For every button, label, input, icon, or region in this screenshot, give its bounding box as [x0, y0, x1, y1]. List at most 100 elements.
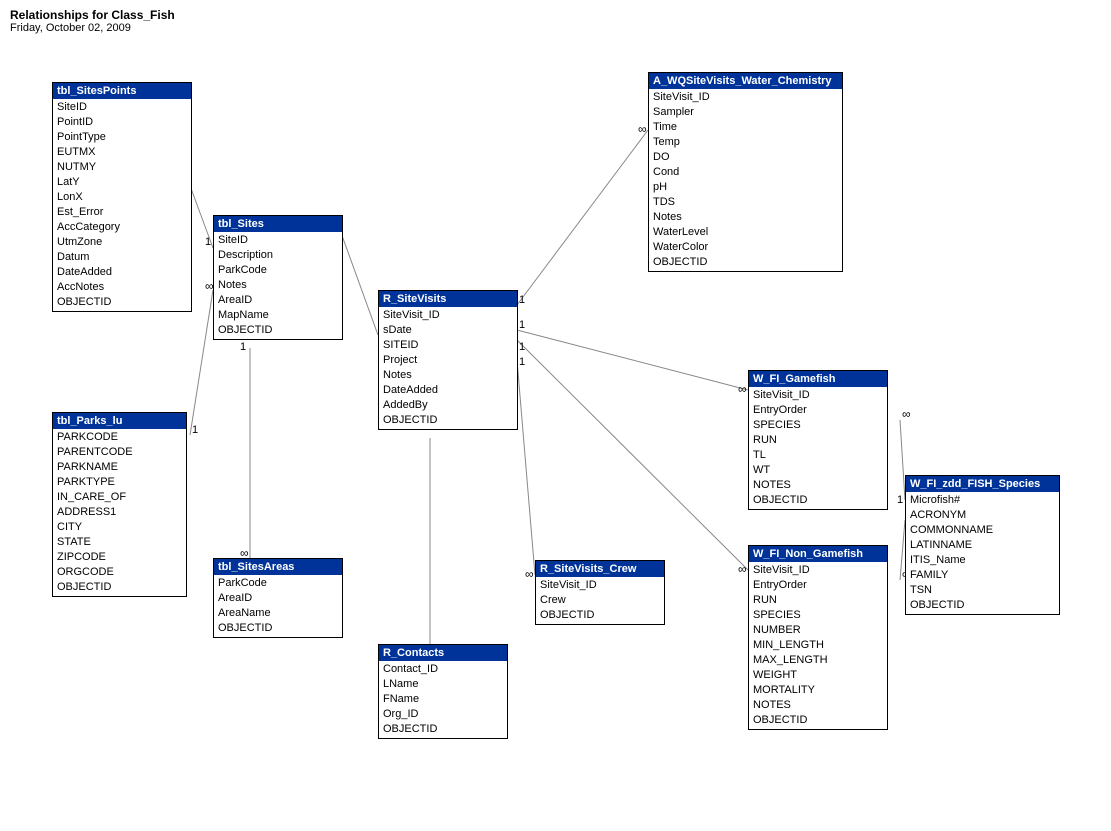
table-body-r-sitevisits-crew: SiteVisit_ID Crew OBJECTID: [536, 577, 664, 624]
table-body-w-fi-zdd-fish-species: Microfish# ACRONYM COMMONNAME LATINNAME …: [906, 492, 1059, 614]
field-sitevisit-id: SiteVisit_ID: [753, 388, 883, 403]
svg-text:∞: ∞: [738, 562, 747, 576]
field-notes: NOTES: [753, 698, 883, 713]
field-sitevisit-id: SiteVisit_ID: [653, 90, 838, 105]
table-header-tbl-sitesareas: tbl_SitesAreas: [214, 559, 342, 575]
table-tbl-sites: tbl_Sites SiteID Description ParkCode No…: [213, 215, 343, 340]
svg-text:1: 1: [240, 341, 246, 353]
field-commonname: COMMONNAME: [910, 523, 1055, 538]
field-laty: LatY: [57, 175, 187, 190]
table-header-r-sitevisits-crew: R_SiteVisits_Crew: [536, 561, 664, 577]
table-r-sitevisits-crew: R_SiteVisits_Crew SiteVisit_ID Crew OBJE…: [535, 560, 665, 625]
field-fname: FName: [383, 692, 503, 707]
table-body-r-sitevisits: SiteVisit_ID sDate SITEID Project Notes …: [379, 307, 517, 429]
field-addedby: AddedBy: [383, 398, 513, 413]
field-address1: ADDRESS1: [57, 505, 182, 520]
field-species: SPECIES: [753, 608, 883, 623]
field-number: NUMBER: [753, 623, 883, 638]
field-run: RUN: [753, 433, 883, 448]
field-acccategory: AccCategory: [57, 220, 187, 235]
field-family: FAMILY: [910, 568, 1055, 583]
table-header-w-fi-non-gamefish: W_FI_Non_Gamefish: [749, 546, 887, 562]
field-tds: TDS: [653, 195, 838, 210]
svg-text:1: 1: [519, 356, 525, 368]
field-datum: Datum: [57, 250, 187, 265]
field-areaid: AreaID: [218, 293, 338, 308]
field-esterror: Est_Error: [57, 205, 187, 220]
table-header-r-sitevisits: R_SiteVisits: [379, 291, 517, 307]
field-sitevisit-id: SiteVisit_ID: [383, 308, 513, 323]
field-siteid: SITEID: [383, 338, 513, 353]
field-maxlength: MAX_LENGTH: [753, 653, 883, 668]
table-header-w-fi-gamefish: W_FI_Gamefish: [749, 371, 887, 387]
page-title: Relationships for Class_Fish: [10, 8, 175, 22]
field-do: DO: [653, 150, 838, 165]
table-body-tbl-sitesareas: ParkCode AreaID AreaName OBJECTID: [214, 575, 342, 637]
table-r-sitevisits: R_SiteVisits SiteVisit_ID sDate SITEID P…: [378, 290, 518, 430]
field-objectid: OBJECTID: [653, 255, 838, 270]
page-header: Relationships for Class_Fish Friday, Oct…: [10, 8, 175, 34]
field-areaname: AreaName: [218, 606, 338, 621]
field-objectid: OBJECTID: [753, 713, 883, 728]
field-incareof: IN_CARE_OF: [57, 490, 182, 505]
field-minlength: MIN_LENGTH: [753, 638, 883, 653]
field-objectid: OBJECTID: [383, 413, 513, 428]
svg-text:1: 1: [519, 341, 525, 353]
field-city: CITY: [57, 520, 182, 535]
field-weight: WEIGHT: [753, 668, 883, 683]
field-sitevisit-id: SiteVisit_ID: [540, 578, 660, 593]
field-objectid: OBJECTID: [540, 608, 660, 623]
table-tbl-parks-lu: tbl_Parks_lu PARKCODE PARENTCODE PARKNAM…: [52, 412, 187, 597]
table-header-w-fi-zdd-fish-species: W_FI_zdd_FISH_Species: [906, 476, 1059, 492]
field-lonx: LonX: [57, 190, 187, 205]
field-mortality: MORTALITY: [753, 683, 883, 698]
field-eutmx: EUTMX: [57, 145, 187, 160]
field-dateadded: DateAdded: [383, 383, 513, 398]
svg-text:1: 1: [192, 424, 198, 436]
svg-text:∞: ∞: [902, 407, 911, 421]
field-lname: LName: [383, 677, 503, 692]
table-body-w-fi-gamefish: SiteVisit_ID EntryOrder SPECIES RUN TL W…: [749, 387, 887, 509]
field-objectid: OBJECTID: [218, 323, 338, 338]
table-body-a-wq-sitevisits-water-chemistry: SiteVisit_ID Sampler Time Temp DO Cond p…: [649, 89, 842, 271]
field-entryorder: EntryOrder: [753, 578, 883, 593]
table-header-tbl-sitespoints: tbl_SitesPoints: [53, 83, 191, 99]
field-contact-id: Contact_ID: [383, 662, 503, 677]
field-pointid: PointID: [57, 115, 187, 130]
svg-text:1: 1: [897, 494, 903, 506]
field-tl: TL: [753, 448, 883, 463]
table-w-fi-gamefish: W_FI_Gamefish SiteVisit_ID EntryOrder SP…: [748, 370, 888, 510]
field-siteid: SiteID: [218, 233, 338, 248]
field-latinname: LATINNAME: [910, 538, 1055, 553]
field-entryorder: EntryOrder: [753, 403, 883, 418]
field-siteid: SiteID: [57, 100, 187, 115]
field-parkname: PARKNAME: [57, 460, 182, 475]
field-objectid: OBJECTID: [753, 493, 883, 508]
field-utmzone: UtmZone: [57, 235, 187, 250]
field-waterlevel: WaterLevel: [653, 225, 838, 240]
field-species: SPECIES: [753, 418, 883, 433]
field-sitevisit-id: SiteVisit_ID: [753, 563, 883, 578]
field-tsn: TSN: [910, 583, 1055, 598]
field-watercolor: WaterColor: [653, 240, 838, 255]
field-crew: Crew: [540, 593, 660, 608]
field-pointtype: PointType: [57, 130, 187, 145]
table-body-w-fi-non-gamefish: SiteVisit_ID EntryOrder RUN SPECIES NUMB…: [749, 562, 887, 729]
field-notes: NOTES: [753, 478, 883, 493]
field-description: Description: [218, 248, 338, 263]
table-body-r-contacts: Contact_ID LName FName Org_ID OBJECTID: [379, 661, 507, 738]
svg-text:1: 1: [519, 319, 525, 331]
field-time: Time: [653, 120, 838, 135]
field-itis-name: ITIS_Name: [910, 553, 1055, 568]
field-objectid: OBJECTID: [910, 598, 1055, 613]
field-areaid: AreaID: [218, 591, 338, 606]
table-a-wq-sitevisits-water-chemistry: A_WQSiteVisits_Water_Chemistry SiteVisit…: [648, 72, 843, 272]
field-acronym: ACRONYM: [910, 508, 1055, 523]
field-parkcode: ParkCode: [218, 263, 338, 278]
field-accnotes: AccNotes: [57, 280, 187, 295]
table-header-tbl-parks-lu: tbl_Parks_lu: [53, 413, 186, 429]
table-w-fi-non-gamefish: W_FI_Non_Gamefish SiteVisit_ID EntryOrde…: [748, 545, 888, 730]
svg-text:∞: ∞: [638, 122, 647, 136]
field-mapname: MapName: [218, 308, 338, 323]
field-nutmy: NUTMY: [57, 160, 187, 175]
